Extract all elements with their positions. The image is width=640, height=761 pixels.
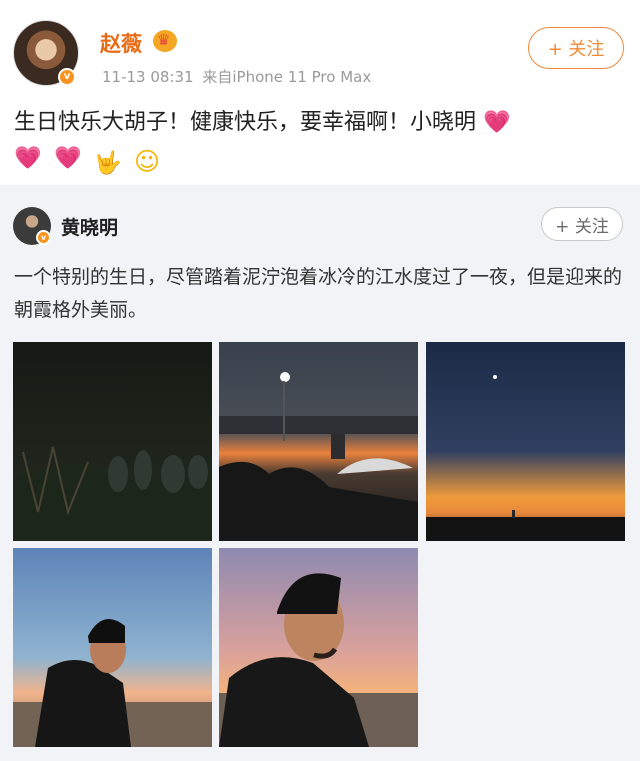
night-crowd-photo <box>13 342 212 541</box>
photo-4[interactable] <box>13 548 212 747</box>
photo-1[interactable] <box>13 342 212 541</box>
author-name[interactable]: 赵薇 <box>100 28 142 58</box>
smile-icon <box>134 144 162 170</box>
bridge-dusk-photo <box>219 342 418 541</box>
man-river-photo <box>13 548 212 747</box>
rock-on-hand-icon <box>94 146 122 172</box>
heart-icon <box>14 141 42 177</box>
repost-author-name[interactable]: 黄晓明 <box>61 213 118 240</box>
post-body-text: 生日快乐大胡子！健康快乐，要幸福啊！小晓明 <box>14 110 477 135</box>
repost-verified-badge-icon: v <box>36 230 51 245</box>
photo-3[interactable] <box>426 342 625 541</box>
post-text: 生日快乐大胡子！健康快乐，要幸福啊！小晓明 <box>14 105 626 177</box>
crown-icon <box>153 30 177 52</box>
heart-icon <box>483 105 512 141</box>
river-sunrise-photo <box>426 342 625 541</box>
main-post: v 赵薇 11-13 08:31 来自iPhone 11 Pro Max + 关… <box>0 0 640 185</box>
man-profile-photo <box>219 548 418 747</box>
post-source: 来自iPhone 11 Pro Max <box>202 68 372 86</box>
photo-5[interactable] <box>219 548 418 747</box>
follow-button[interactable]: + 关注 <box>528 27 624 69</box>
repost-text: 一个特别的生日，尽管踏着泥泞泡着冰冷的江水度过了一夜，但是迎来的朝霞格外美丽。 <box>14 266 623 321</box>
post-time: 11-13 08:31 <box>102 68 194 86</box>
heart-icon <box>54 141 82 177</box>
verified-badge-icon: v <box>58 68 76 86</box>
repost-card[interactable]: v 黄晓明 + 关注 一个特别的生日，尽管踏着泥泞泡着冰冷的江水度过了一夜，但是… <box>0 185 640 761</box>
photo-2[interactable] <box>219 342 418 541</box>
post-meta: 11-13 08:31 来自iPhone 11 Pro Max <box>102 66 371 87</box>
repost-follow-button[interactable]: + 关注 <box>541 207 623 241</box>
